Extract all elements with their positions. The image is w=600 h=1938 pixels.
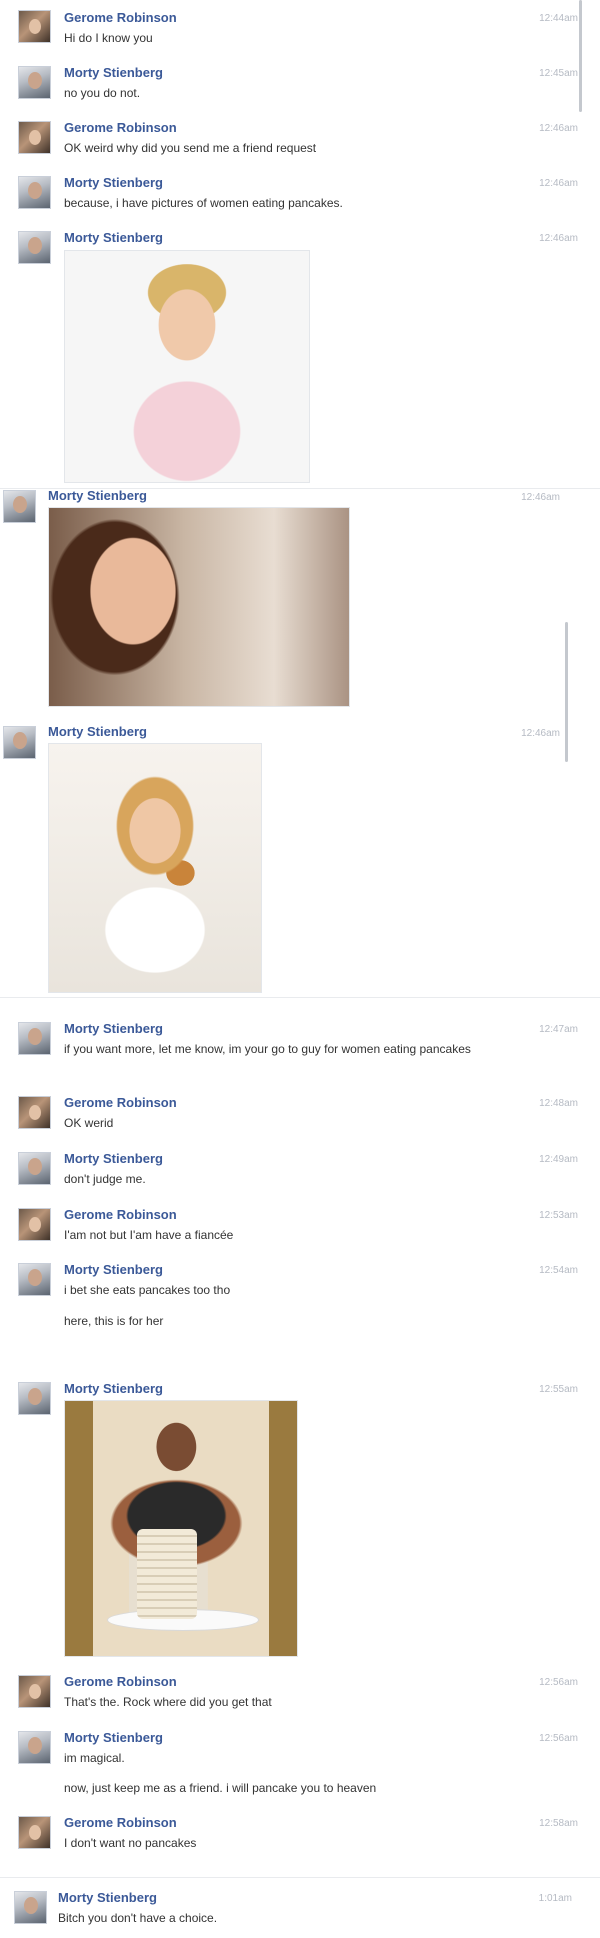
message-timestamp: 12:46am bbox=[521, 728, 560, 739]
sender-name[interactable]: Gerome Robinson bbox=[64, 1095, 177, 1110]
message-text: because, i have pictures of women eating… bbox=[64, 196, 343, 210]
message-text: if you want more, let me know, im your g… bbox=[64, 1042, 471, 1056]
photo-woman-pancakes[interactable] bbox=[48, 507, 350, 707]
message-text: Hi do I know you bbox=[64, 31, 153, 45]
message-text: no you do not. bbox=[64, 86, 141, 100]
photo-woman-pancakes[interactable] bbox=[48, 743, 262, 993]
avatar-gerome[interactable] bbox=[18, 1096, 51, 1129]
avatar-gerome[interactable] bbox=[18, 10, 51, 43]
sender-name[interactable]: Gerome Robinson bbox=[64, 10, 177, 25]
sender-name[interactable]: Gerome Robinson bbox=[64, 1674, 177, 1689]
chat-conversation: Gerome Robinson Hi do I know you 12:44am… bbox=[0, 0, 600, 1938]
avatar-morty[interactable] bbox=[18, 1152, 51, 1185]
sender-name[interactable]: Gerome Robinson bbox=[64, 120, 177, 135]
message-timestamp: 1:01am bbox=[538, 1893, 572, 1904]
avatar-morty[interactable] bbox=[3, 726, 36, 759]
avatar-morty[interactable] bbox=[18, 1382, 51, 1415]
message-timestamp: 12:45am bbox=[539, 68, 578, 79]
message-timestamp: 12:44am bbox=[539, 13, 578, 24]
sender-name[interactable]: Morty Stienberg bbox=[64, 65, 163, 80]
message-timestamp: 12:53am bbox=[539, 1210, 578, 1221]
message-timestamp: 12:46am bbox=[521, 492, 560, 503]
sender-name[interactable]: Gerome Robinson bbox=[64, 1207, 177, 1222]
message-timestamp: 12:47am bbox=[539, 1024, 578, 1035]
message-timestamp: 12:56am bbox=[539, 1677, 578, 1688]
avatar-morty[interactable] bbox=[18, 1731, 51, 1764]
avatar-gerome[interactable] bbox=[18, 1816, 51, 1849]
divider bbox=[0, 997, 600, 998]
message-timestamp: 12:48am bbox=[539, 1098, 578, 1109]
avatar-morty[interactable] bbox=[18, 66, 51, 99]
message-text: I don't want no pancakes bbox=[64, 1836, 197, 1850]
sender-name[interactable]: Morty Stienberg bbox=[64, 1021, 163, 1036]
message-timestamp: 12:46am bbox=[539, 178, 578, 189]
avatar-morty[interactable] bbox=[18, 231, 51, 264]
message-text: here, this is for her bbox=[64, 1314, 164, 1328]
avatar-morty[interactable] bbox=[18, 176, 51, 209]
avatar-morty[interactable] bbox=[18, 1022, 51, 1055]
message-timestamp: 12:55am bbox=[539, 1384, 578, 1395]
scrollbar[interactable] bbox=[579, 0, 582, 112]
avatar-gerome[interactable] bbox=[18, 121, 51, 154]
pancake-stack bbox=[137, 1529, 197, 1619]
sender-name[interactable]: Morty Stienberg bbox=[64, 1381, 163, 1396]
avatar-morty[interactable] bbox=[14, 1891, 47, 1924]
sender-name[interactable]: Morty Stienberg bbox=[64, 175, 163, 190]
avatar-gerome[interactable] bbox=[18, 1208, 51, 1241]
message-text: OK werid bbox=[64, 1116, 114, 1130]
sender-name[interactable]: Morty Stienberg bbox=[64, 1730, 163, 1745]
message-timestamp: 12:58am bbox=[539, 1818, 578, 1829]
message-text: now, just keep me as a friend. i will pa… bbox=[64, 1781, 377, 1795]
message-timestamp: 12:46am bbox=[539, 233, 578, 244]
message-text: don't judge me. bbox=[64, 1172, 146, 1186]
photo-woman-pancakes[interactable] bbox=[64, 250, 310, 483]
sender-name[interactable]: Morty Stienberg bbox=[64, 1262, 163, 1277]
avatar-morty[interactable] bbox=[18, 1263, 51, 1296]
avatar-gerome[interactable] bbox=[18, 1675, 51, 1708]
message-text: Bitch you don't have a choice. bbox=[58, 1911, 218, 1925]
scrollbar[interactable] bbox=[565, 622, 568, 762]
message-text: I'am not but I'am have a fiancée bbox=[64, 1228, 234, 1242]
message-timestamp: 12:56am bbox=[539, 1733, 578, 1744]
message-text: im magical. bbox=[64, 1751, 125, 1765]
sender-name[interactable]: Morty Stienberg bbox=[58, 1890, 157, 1905]
sender-name[interactable]: Morty Stienberg bbox=[48, 488, 147, 503]
message-timestamp: 12:54am bbox=[539, 1265, 578, 1276]
divider bbox=[0, 1877, 600, 1878]
sender-name[interactable]: Morty Stienberg bbox=[48, 724, 147, 739]
sender-name[interactable]: Gerome Robinson bbox=[64, 1815, 177, 1830]
photo-man-pancake-stack[interactable] bbox=[64, 1400, 298, 1657]
sender-name[interactable]: Morty Stienberg bbox=[64, 1151, 163, 1166]
sender-name[interactable]: Morty Stienberg bbox=[64, 230, 163, 245]
avatar-morty[interactable] bbox=[3, 490, 36, 523]
message-timestamp: 12:49am bbox=[539, 1154, 578, 1165]
message-text: That's the. Rock where did you get that bbox=[64, 1695, 272, 1709]
message-text: i bet she eats pancakes too tho bbox=[64, 1283, 231, 1297]
message-timestamp: 12:46am bbox=[539, 123, 578, 134]
message-text: OK weird why did you send me a friend re… bbox=[64, 141, 317, 155]
